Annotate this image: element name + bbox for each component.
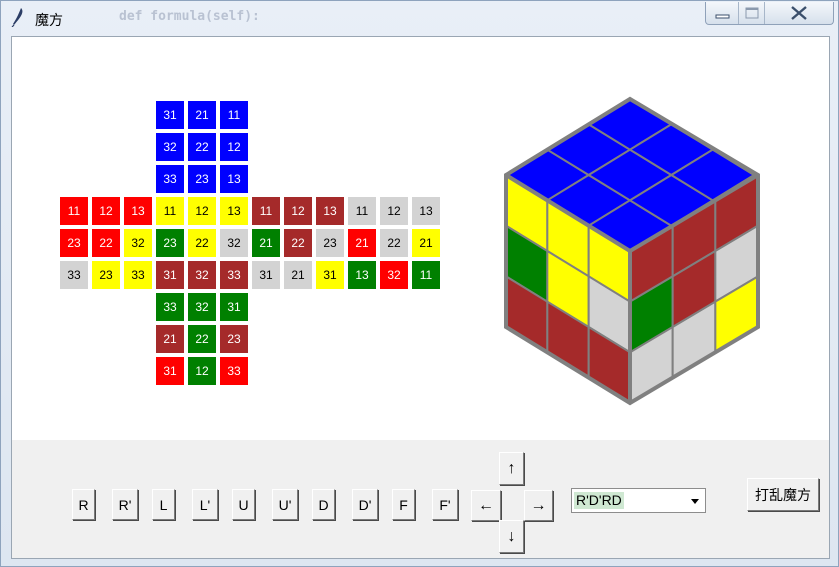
window-controls	[705, 2, 834, 25]
background-code-text: def formula(self):	[119, 9, 260, 24]
control-panel: R'D'RD 打乱魔方 R R' L L' U U' D D' F F' ↑ ← → ↓	[11, 440, 830, 559]
arrow-up-button[interactable]: ↑	[499, 452, 524, 485]
move-button-u[interactable]: U	[232, 489, 255, 520]
app-window: 魔方 def formula(self): 31 21 11 32 22 12 3	[0, 0, 839, 567]
move-button-d[interactable]: D	[312, 489, 335, 520]
arrow-right-button[interactable]: →	[524, 490, 553, 521]
move-button-f[interactable]: F	[392, 489, 415, 520]
minimize-icon	[715, 14, 730, 19]
chevron-down-icon[interactable]	[689, 496, 701, 506]
maximize-icon	[745, 7, 759, 19]
move-button-r-prime[interactable]: R'	[112, 489, 138, 520]
maximize-button[interactable]	[739, 2, 765, 24]
move-button-d-prime[interactable]: D'	[352, 489, 378, 520]
window-title: 魔方	[35, 13, 63, 29]
arrow-down-button[interactable]: ↓	[499, 520, 524, 553]
cube-canvas[interactable]: 31 21 11 32 22 12 33 23 13 11 12 13 23 22 32 33 23 33 11 12…	[11, 36, 830, 440]
formula-select[interactable]: R'D'RD	[571, 488, 706, 513]
close-button[interactable]	[765, 2, 833, 24]
feather-icon	[11, 8, 23, 27]
move-button-l[interactable]: L	[152, 489, 175, 520]
move-button-l-prime[interactable]: L'	[192, 489, 218, 520]
move-button-f-prime[interactable]: F'	[432, 489, 458, 520]
move-button-r[interactable]: R	[72, 489, 95, 520]
arrow-left-button[interactable]: ←	[471, 490, 501, 521]
cube-3d-view	[504, 96, 760, 406]
scramble-button[interactable]: 打乱魔方	[747, 478, 819, 511]
minimize-button[interactable]	[706, 2, 739, 24]
title-bar[interactable]: 魔方 def formula(self):	[1, 1, 838, 35]
move-button-u-prime[interactable]: U'	[272, 489, 298, 520]
formula-select-value: R'D'RD	[574, 492, 624, 509]
close-icon	[791, 6, 807, 20]
